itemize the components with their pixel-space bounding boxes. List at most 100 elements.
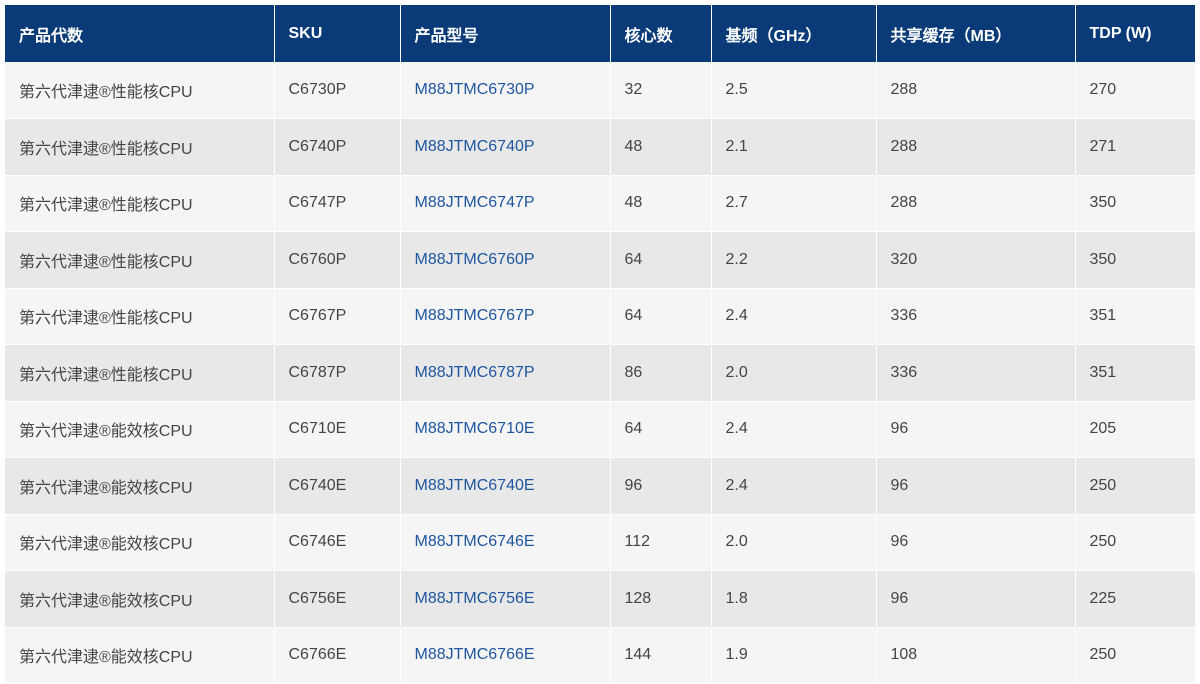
cell-tdp: 250	[1075, 514, 1195, 571]
table-row: 第六代津逮®能效核CPU C6740E M88JTMC6740E 96 2.4 96 250	[5, 457, 1195, 515]
cell-shared-cache: 288	[876, 118, 1076, 176]
cell-shared-cache: 96	[876, 401, 1076, 458]
cell-shared-cache: 336	[876, 344, 1076, 402]
cell-sku: C6756E	[274, 570, 401, 628]
table-row: 第六代津逮®能效核CPU C6746E M88JTMC6746E 112 2.0 96 25…	[5, 514, 1195, 571]
cell-sku: C6760P	[274, 231, 401, 289]
cell-model[interactable]: M88JTMC6746E	[400, 514, 611, 571]
header-sku: SKU	[274, 5, 401, 62]
header-model: 产品型号	[400, 5, 611, 62]
cell-generation: 第六代津逮®能效核CPU	[5, 514, 275, 571]
cell-model[interactable]: M88JTMC6756E	[400, 570, 611, 628]
cell-sku: C6787P	[274, 344, 401, 402]
cell-model[interactable]: M88JTMC6747P	[400, 175, 611, 232]
cell-shared-cache: 288	[876, 62, 1076, 119]
cell-base-frequency: 2.1	[711, 118, 877, 176]
cell-tdp: 205	[1075, 401, 1195, 458]
cell-generation: 第六代津逮®性能核CPU	[5, 62, 275, 119]
header-base-frequency: 基频（GHz）	[711, 5, 877, 62]
table-row: 第六代津逮®性能核CPU C6760P M88JTMC6760P 64 2.2 320 35…	[5, 231, 1195, 289]
cell-generation: 第六代津逮®性能核CPU	[5, 118, 275, 176]
cell-generation: 第六代津逮®性能核CPU	[5, 175, 275, 232]
cell-shared-cache: 108	[876, 627, 1076, 684]
cell-model[interactable]: M88JTMC6760P	[400, 231, 611, 289]
cell-generation: 第六代津逮®能效核CPU	[5, 401, 275, 458]
cell-generation: 第六代津逮®能效核CPU	[5, 570, 275, 628]
cell-sku: C6767P	[274, 288, 401, 345]
cell-tdp: 350	[1075, 231, 1195, 289]
cell-model[interactable]: M88JTMC6767P	[400, 288, 611, 345]
cell-cores: 96	[610, 457, 712, 515]
cell-base-frequency: 2.5	[711, 62, 877, 119]
cell-cores: 32	[610, 62, 712, 119]
cell-tdp: 250	[1075, 627, 1195, 684]
cell-tdp: 250	[1075, 457, 1195, 515]
cell-shared-cache: 96	[876, 457, 1076, 515]
cell-base-frequency: 1.8	[711, 570, 877, 628]
table-body: 第六代津逮®性能核CPU C6730P M88JTMC6730P 32 2.5 288 27…	[5, 62, 1195, 684]
cell-sku: C6747P	[274, 175, 401, 232]
cell-tdp: 351	[1075, 344, 1195, 402]
cell-sku: C6766E	[274, 627, 401, 684]
cell-shared-cache: 320	[876, 231, 1076, 289]
cell-cores: 128	[610, 570, 712, 628]
cell-model[interactable]: M88JTMC6787P	[400, 344, 611, 402]
cell-generation: 第六代津逮®能效核CPU	[5, 457, 275, 515]
cell-cores: 64	[610, 288, 712, 345]
cell-cores: 48	[610, 175, 712, 232]
cell-cores: 144	[610, 627, 712, 684]
header-shared-cache: 共享缓存（MB）	[876, 5, 1076, 62]
cell-cores: 64	[610, 231, 712, 289]
cell-shared-cache: 96	[876, 570, 1076, 628]
cell-base-frequency: 1.9	[711, 627, 877, 684]
cell-base-frequency: 2.7	[711, 175, 877, 232]
cell-shared-cache: 336	[876, 288, 1076, 345]
header-generation: 产品代数	[5, 5, 275, 62]
cell-base-frequency: 2.0	[711, 514, 877, 571]
cell-cores: 86	[610, 344, 712, 402]
cell-tdp: 350	[1075, 175, 1195, 232]
table-row: 第六代津逮®能效核CPU C6710E M88JTMC6710E 64 2.4 96 205	[5, 401, 1195, 458]
table-header: 产品代数 SKU 产品型号 核心数 基频（GHz） 共享缓存（MB） TDP (…	[5, 5, 1195, 62]
cell-model[interactable]: M88JTMC6710E	[400, 401, 611, 458]
cell-base-frequency: 2.4	[711, 288, 877, 345]
cell-model[interactable]: M88JTMC6766E	[400, 627, 611, 684]
cell-generation: 第六代津逮®性能核CPU	[5, 288, 275, 345]
cell-base-frequency: 2.4	[711, 401, 877, 458]
header-cores: 核心数	[610, 5, 712, 62]
cell-sku: C6740P	[274, 118, 401, 176]
cpu-spec-table: 产品代数 SKU 产品型号 核心数 基频（GHz） 共享缓存（MB） TDP (…	[5, 5, 1195, 684]
cell-tdp: 270	[1075, 62, 1195, 119]
cell-cores: 48	[610, 118, 712, 176]
cell-shared-cache: 96	[876, 514, 1076, 571]
cell-sku: C6710E	[274, 401, 401, 458]
table-row: 第六代津逮®性能核CPU C6740P M88JTMC6740P 48 2.1 288 27…	[5, 118, 1195, 176]
cpu-spec-table-container: 产品代数 SKU 产品型号 核心数 基频（GHz） 共享缓存（MB） TDP (…	[5, 5, 1195, 684]
table-row: 第六代津逮®性能核CPU C6787P M88JTMC6787P 86 2.0 336 35…	[5, 344, 1195, 402]
cell-sku: C6740E	[274, 457, 401, 515]
cell-generation: 第六代津逮®能效核CPU	[5, 627, 275, 684]
cell-sku: C6730P	[274, 62, 401, 119]
header-row: 产品代数 SKU 产品型号 核心数 基频（GHz） 共享缓存（MB） TDP (…	[5, 5, 1195, 62]
cell-model[interactable]: M88JTMC6730P	[400, 62, 611, 119]
table-row: 第六代津逮®性能核CPU C6747P M88JTMC6747P 48 2.7 288 35…	[5, 175, 1195, 232]
header-tdp: TDP (W)	[1075, 5, 1195, 62]
cell-shared-cache: 288	[876, 175, 1076, 232]
cell-model[interactable]: M88JTMC6740E	[400, 457, 611, 515]
cell-tdp: 225	[1075, 570, 1195, 628]
cell-generation: 第六代津逮®性能核CPU	[5, 344, 275, 402]
cell-base-frequency: 2.4	[711, 457, 877, 515]
cell-base-frequency: 2.2	[711, 231, 877, 289]
cell-sku: C6746E	[274, 514, 401, 571]
cell-tdp: 351	[1075, 288, 1195, 345]
cell-base-frequency: 2.0	[711, 344, 877, 402]
cell-generation: 第六代津逮®性能核CPU	[5, 231, 275, 289]
cell-cores: 64	[610, 401, 712, 458]
table-row: 第六代津逮®性能核CPU C6730P M88JTMC6730P 32 2.5 288 27…	[5, 62, 1195, 119]
cell-cores: 112	[610, 514, 712, 571]
table-row: 第六代津逮®性能核CPU C6767P M88JTMC6767P 64 2.4 336 35…	[5, 288, 1195, 345]
table-row: 第六代津逮®能效核CPU C6756E M88JTMC6756E 128 1.8 96 22…	[5, 570, 1195, 628]
table-row: 第六代津逮®能效核CPU C6766E M88JTMC6766E 144 1.9 108 2…	[5, 627, 1195, 684]
cell-model[interactable]: M88JTMC6740P	[400, 118, 611, 176]
cell-tdp: 271	[1075, 118, 1195, 176]
